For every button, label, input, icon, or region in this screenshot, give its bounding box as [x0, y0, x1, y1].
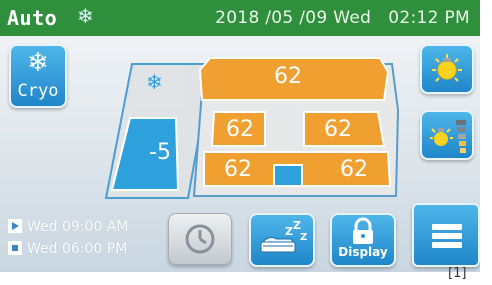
sleep-icon: Z Z Z [260, 219, 307, 253]
schedule-on-time[interactable]: Wed 09:00 AM [8, 219, 128, 235]
light-bulb-icon [432, 54, 462, 82]
svg-text:Z: Z [285, 225, 293, 238]
clock-icon [185, 224, 215, 254]
light-button[interactable] [420, 44, 474, 94]
schedule-off-time-text: Wed 06:00 PM [27, 241, 128, 257]
timer-button[interactable] [168, 213, 232, 265]
menu-icon [414, 205, 478, 265]
schedule-on-time-text: Wed 09:00 AM [27, 219, 129, 235]
upper-left-zone-value: 62 [226, 117, 254, 142]
svg-text:Z: Z [293, 219, 301, 232]
svg-text:Z: Z [300, 232, 307, 243]
lock-icon [353, 217, 373, 244]
upper-right-zone-value: 62 [324, 117, 352, 142]
lower-right-zone-value: 62 [340, 157, 368, 182]
device-screen: Auto ❄ 2018 /05 /09 Wed 02:12 PM ❄ Cryo … [0, 0, 480, 272]
brightness-level-icon [430, 120, 466, 153]
center-slot [273, 164, 303, 187]
foot-zone-value: -5 [149, 140, 171, 165]
display-lock-label: Display [338, 245, 388, 259]
lower-left-zone-value: 62 [224, 157, 252, 182]
display-lock-button[interactable]: Display [330, 213, 396, 267]
brightness-button[interactable] [420, 110, 474, 160]
menu-button[interactable] [412, 203, 480, 267]
schedule-off-time[interactable]: Wed 06:00 PM [8, 241, 127, 257]
sleep-button[interactable]: Z Z Z [249, 213, 315, 267]
headrest-zone-value: 62 [274, 64, 302, 89]
cryo-zone-snowflake-icon: ❄ [146, 70, 163, 94]
footnote-reference: [1] [448, 266, 467, 281]
play-icon [8, 219, 22, 233]
stop-icon [8, 241, 22, 255]
